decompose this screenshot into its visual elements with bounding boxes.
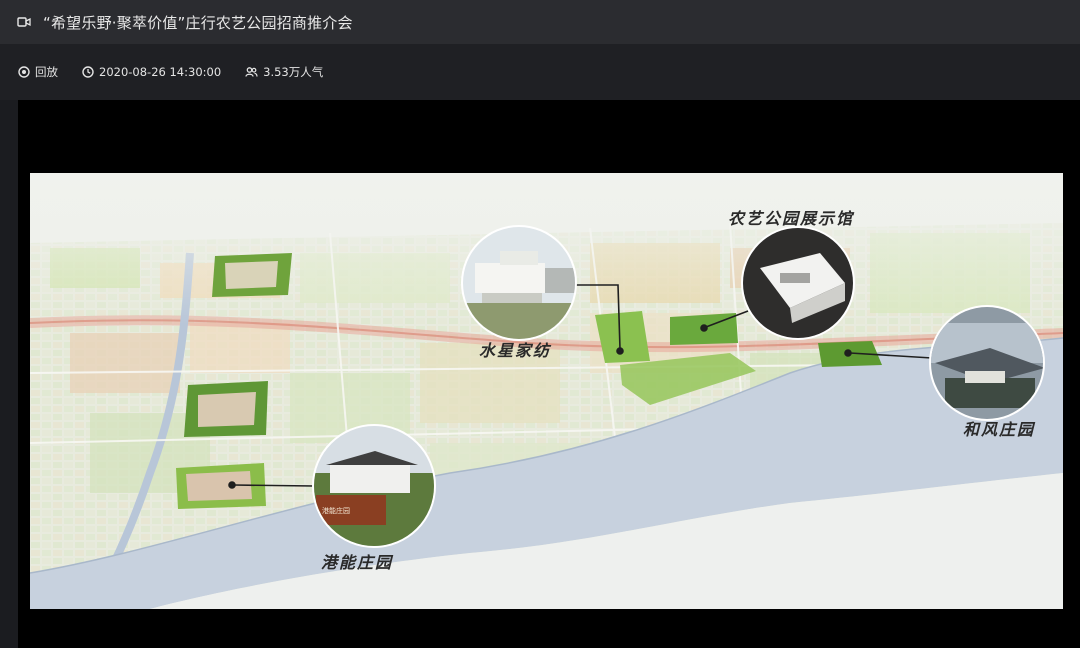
master-plan-map: 港能庄园 水星家纺 农艺公园展示馆 和风庄园 港能庄园	[30, 173, 1063, 609]
sign-text: 港能庄园	[322, 506, 350, 515]
title-bar: “希望乐野·聚萃价值”庄行农艺公园招商推介会	[0, 0, 1080, 44]
label-gangneng: 港能庄园	[321, 553, 394, 572]
popularity-value: 3.53万人气	[263, 65, 324, 79]
clock-icon	[82, 66, 94, 78]
label-shuixing: 水星家纺	[479, 341, 552, 360]
video-camera-icon	[17, 15, 31, 29]
status-badge: 回放	[18, 64, 58, 80]
datetime-value: 2020-08-26 14:30:00	[99, 65, 222, 79]
playback-icon	[18, 66, 30, 78]
label-hefeng: 和风庄园	[963, 420, 1036, 439]
users-icon	[245, 67, 258, 77]
status-label: 回放	[35, 65, 58, 79]
photo-gangneng: 港能庄园	[312, 424, 436, 548]
meta-bar: 回放 2020-08-26 14:30:00 3.53万人气	[0, 44, 1080, 100]
video-player[interactable]: 港能庄园 水星家纺 农艺公园展示馆 和风庄园 港能庄园	[18, 100, 1080, 648]
label-exhibition: 农艺公园展示馆	[728, 209, 855, 228]
popularity-info: 3.53万人气	[245, 64, 323, 80]
page-title: “希望乐野·聚萃价值”庄行农艺公园招商推介会	[43, 13, 353, 32]
datetime-info: 2020-08-26 14:30:00	[82, 65, 221, 79]
